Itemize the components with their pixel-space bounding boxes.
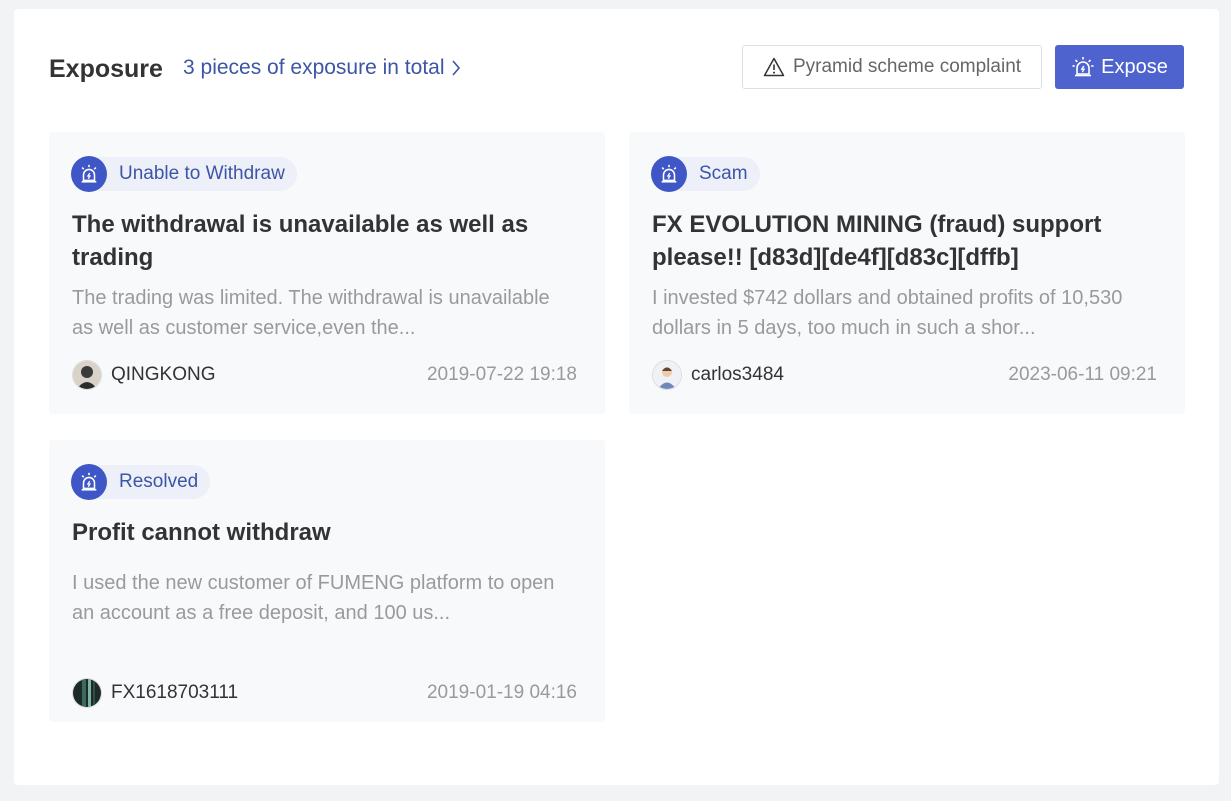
category-tag: Scam (651, 156, 760, 192)
expose-label: Expose (1101, 55, 1168, 78)
category-tag-label: Scam (699, 163, 748, 184)
avatar[interactable] (72, 678, 102, 708)
alarm-light-icon (651, 156, 687, 192)
card-description: I used the new customer of FUMENG platfo… (72, 572, 555, 624)
category-tag: Unable to Withdraw (71, 156, 297, 192)
expose-button[interactable]: Expose (1055, 45, 1184, 89)
avatar[interactable] (72, 360, 102, 390)
pyramid-complaint-label: Pyramid scheme complaint (792, 56, 1022, 77)
card-meta: carlos3484 2023-06-11 09:21 (652, 360, 1157, 390)
exposure-header: Exposure 3 pieces of exposure in total P… (49, 45, 1184, 91)
post-date: 2019-07-22 19:18 (426, 364, 577, 385)
card-title[interactable]: FX EVOLUTION MINING (fraud) support plea… (652, 208, 1162, 274)
post-date: 2019-01-19 04:16 (426, 682, 577, 703)
total-exposure-label: 3 pieces of exposure in total (183, 56, 445, 79)
author-name[interactable]: carlos3484 (691, 364, 784, 386)
card-meta: QINGKONG 2019-07-22 19:18 (72, 360, 577, 390)
exposure-card[interactable]: Unable to Withdraw The withdrawal is una… (49, 132, 605, 414)
exposure-card[interactable]: Resolved Profit cannot withdraw I used t… (49, 440, 605, 722)
pyramid-complaint-button[interactable]: Pyramid scheme complaint (742, 45, 1042, 89)
post-date: 2023-06-11 09:21 (1008, 364, 1157, 385)
exposure-card[interactable]: Scam FX EVOLUTION MINING (fraud) support… (629, 132, 1185, 414)
total-exposure-link[interactable]: 3 pieces of exposure in total (183, 56, 461, 80)
alarm-light-icon (71, 156, 107, 192)
section-title: Exposure (49, 55, 163, 83)
exposure-panel: Exposure 3 pieces of exposure in total P… (14, 9, 1219, 785)
card-description: The trading was limited. The withdrawal … (72, 287, 550, 339)
alarm-light-icon (1072, 57, 1094, 77)
warning-triangle-icon (763, 57, 785, 77)
author-name[interactable]: FX1618703111 (111, 682, 238, 704)
category-tag: Resolved (71, 464, 211, 500)
avatar[interactable] (652, 360, 682, 390)
card-title[interactable]: The withdrawal is unavailable as well as… (72, 208, 582, 274)
category-tag-label: Unable to Withdraw (119, 163, 285, 184)
card-title[interactable]: Profit cannot withdraw (72, 516, 582, 549)
author-name[interactable]: QINGKONG (111, 364, 216, 386)
card-description: I invested $742 dollars and obtained pro… (652, 287, 1123, 339)
category-tag-label: Resolved (119, 471, 199, 492)
alarm-light-icon (71, 464, 107, 500)
card-meta: FX1618703111 2019-01-19 04:16 (72, 678, 577, 708)
chevron-right-icon (451, 60, 460, 76)
